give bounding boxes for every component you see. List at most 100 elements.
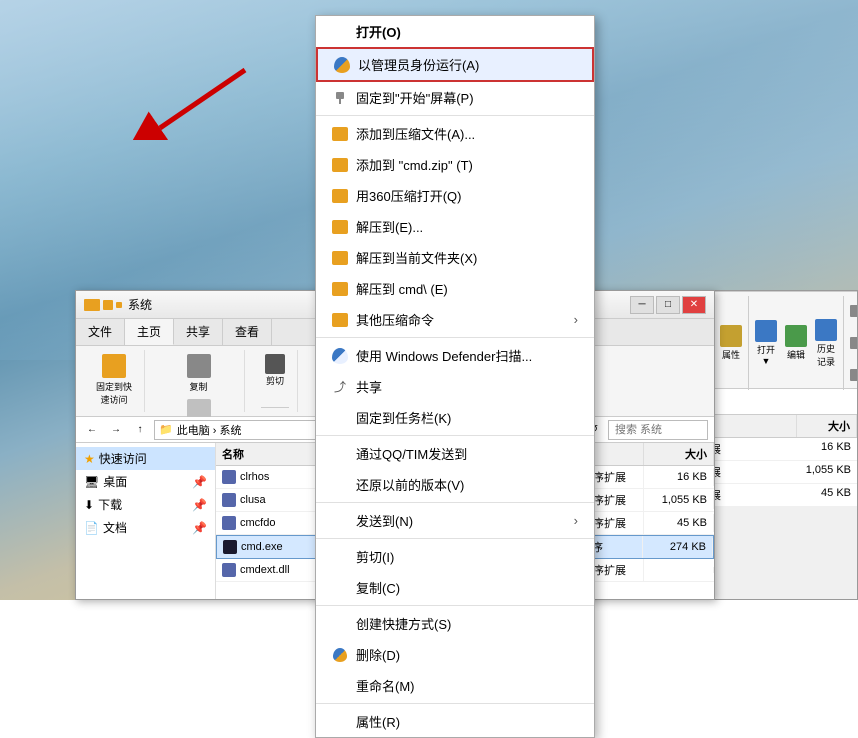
ctx-extract[interactable]: 解压到(E)...: [316, 211, 594, 242]
taskbar-pin-icon: [332, 410, 348, 426]
folder-icon-small: 📁: [159, 423, 173, 436]
defender-icon: [332, 348, 348, 364]
properties-button[interactable]: 属性: [718, 323, 744, 363]
ctx-rename-label: 重命名(M): [356, 676, 415, 695]
sidebar-desktop-label: 桌面: [103, 473, 127, 490]
separator-1: [316, 115, 594, 116]
sidebar-docs-label: 文档: [103, 519, 127, 536]
search-input[interactable]: [608, 420, 708, 440]
tab-view[interactable]: 查看: [223, 319, 272, 345]
context-menu: 打开(O) 以管理员身份运行(A) 固定到"开始"屏幕(P) 添加到压缩文件(A…: [315, 15, 595, 738]
close-button[interactable]: ✕: [682, 296, 706, 314]
ctx-rename[interactable]: 重命名(M): [316, 670, 594, 701]
separator-7: [316, 703, 594, 704]
copy-icon-ctx: [332, 580, 348, 596]
copy-button[interactable]: 复制: [183, 352, 215, 395]
ctx-send-to[interactable]: 发送到(N) ›: [316, 505, 594, 536]
ctx-run-as-admin[interactable]: 以管理员身份运行(A): [316, 47, 594, 82]
ctx-open[interactable]: 打开(O): [316, 16, 594, 47]
ctx-delete-label: 删除(D): [356, 645, 400, 664]
zip-icon6: [332, 282, 348, 296]
titlebar-icons: [84, 299, 122, 311]
qq-icon: [332, 446, 348, 462]
ctx-other-zip[interactable]: 其他压缩命令 ›: [316, 304, 594, 335]
sidebar-downloads-label: 下载: [98, 496, 122, 513]
forward-button[interactable]: →: [106, 420, 126, 440]
minimize-button[interactable]: ─: [630, 296, 654, 314]
ctx-defender-label: 使用 Windows Defender扫描...: [356, 346, 532, 365]
ctx-extract-label: 解压到(E)...: [356, 217, 423, 236]
ctx-pin-taskbar[interactable]: 固定到任务栏(K): [316, 402, 594, 433]
delete-icon: [332, 647, 348, 663]
back-button[interactable]: ←: [82, 420, 102, 440]
sidebar-item-docs[interactable]: 📄 文档 📌: [76, 516, 215, 539]
submenu-arrow: ›: [574, 312, 578, 327]
tab-share[interactable]: 共享: [174, 319, 223, 345]
ctx-defender[interactable]: 使用 Windows Defender扫描...: [316, 340, 594, 371]
red-arrow: [130, 60, 250, 140]
maximize-button[interactable]: □: [656, 296, 680, 314]
cut-button[interactable]: 剪切: [261, 352, 289, 389]
ctx-open-360-label: 用360压缩打开(Q): [356, 186, 461, 205]
ctx-properties[interactable]: 属性(R): [316, 706, 594, 737]
invert-select-button[interactable]: 反向选择: [848, 360, 858, 390]
history-button[interactable]: 历史记录: [813, 317, 839, 370]
desktop-icon: 🖥: [84, 475, 99, 489]
ctx-add-cmd-zip[interactable]: 添加到 "cmd.zip" (T): [316, 149, 594, 180]
ctx-copy[interactable]: 复制(C): [316, 572, 594, 603]
downloads-icon: ⬇: [84, 498, 94, 512]
deselect-all-button[interactable]: 全部取消: [848, 328, 858, 358]
tab-file[interactable]: 文件: [76, 319, 125, 345]
ctx-cut[interactable]: 剪切(I): [316, 541, 594, 572]
dll-icon: [222, 470, 236, 484]
ctx-send-qq-label: 通过QQ/TIM发送到: [356, 444, 467, 463]
window-controls: ─ □ ✕: [630, 296, 706, 314]
size-column-header[interactable]: 大小: [644, 443, 714, 465]
scissors-icon: [265, 354, 285, 374]
pin-quick-access-button[interactable]: 固定到快速访问: [92, 352, 136, 408]
ctx-properties-label: 属性(R): [356, 712, 400, 731]
size-col-header: 大小: [797, 415, 857, 437]
history-icon: [815, 319, 837, 341]
up-button[interactable]: ↑: [130, 420, 150, 440]
ctx-extract-cmd[interactable]: 解压到 cmd\ (E): [316, 273, 594, 304]
ctx-send-qq[interactable]: 通过QQ/TIM发送到: [316, 438, 594, 469]
open-button[interactable]: 打开 ▼: [753, 318, 779, 368]
edit-button[interactable]: 编辑: [783, 323, 809, 363]
tab-home[interactable]: 主页: [125, 319, 174, 345]
ctx-add-zip[interactable]: 添加到压缩文件(A)...: [316, 118, 594, 149]
pin-docs-icon: 📌: [192, 521, 207, 535]
ctx-pin-taskbar-label: 固定到任务栏(K): [356, 408, 451, 427]
folder-title-icon3: [116, 302, 122, 308]
right-size-cell: 1,055 KB: [797, 461, 857, 483]
file-size-cmd: 274 KB: [643, 538, 713, 556]
ctx-add-zip-label: 添加到压缩文件(A)...: [356, 124, 475, 143]
organize-label: [261, 407, 289, 410]
ctx-restore[interactable]: 还原以前的版本(V): [316, 469, 594, 500]
zip-icon3: [332, 189, 348, 203]
separator-5: [316, 538, 594, 539]
ctx-open-360[interactable]: 用360压缩打开(Q): [316, 180, 594, 211]
history-label: 历史记录: [815, 342, 837, 368]
properties-icon: [720, 325, 742, 347]
sidebar-item-desktop[interactable]: 🖥 桌面 📌: [76, 470, 215, 493]
share-icon: ⤴: [332, 379, 348, 395]
cut-label: 剪切: [266, 374, 284, 387]
zip-icon4: [332, 220, 348, 234]
sidebar-item-quick-access[interactable]: ★ 快速访问: [76, 447, 215, 470]
ctx-extract-here[interactable]: 解压到当前文件夹(X): [316, 242, 594, 273]
properties-icon-ctx: [332, 714, 348, 730]
sendto-arrow: ›: [574, 513, 578, 528]
sidebar-item-downloads[interactable]: ⬇ 下载 📌: [76, 493, 215, 516]
folder-title-icon: [84, 299, 100, 311]
ctx-create-shortcut[interactable]: 创建快捷方式(S): [316, 608, 594, 639]
ctx-pin-start[interactable]: 固定到"开始"屏幕(P): [316, 82, 594, 113]
separator-6: [316, 605, 594, 606]
ctx-share[interactable]: ⤴ 共享: [316, 371, 594, 402]
select-all-button[interactable]: 全部选: [848, 296, 858, 326]
pin-icon: [332, 90, 348, 106]
ctx-create-shortcut-label: 创建快捷方式(S): [356, 614, 451, 633]
pin-desktop-icon: 📌: [192, 475, 207, 489]
ctx-delete[interactable]: 删除(D): [316, 639, 594, 670]
ctx-open-label: 打开(O): [356, 22, 401, 41]
